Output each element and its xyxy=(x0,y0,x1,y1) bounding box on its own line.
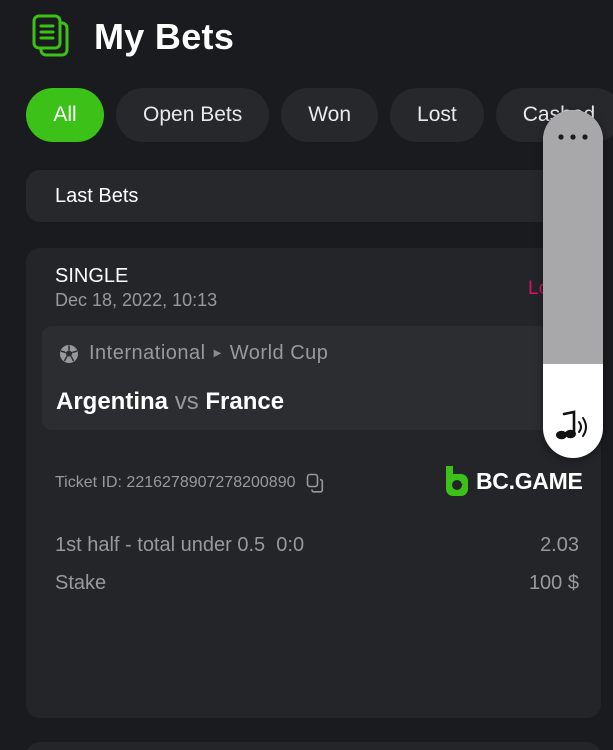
match-teams: Argentina vs France xyxy=(56,388,284,416)
selection-market: 1st half - total under 0.5 xyxy=(55,534,266,556)
stake-label: Stake xyxy=(55,572,107,594)
next-bet-card[interactable] xyxy=(26,742,601,750)
last-bets-section[interactable]: Last Bets xyxy=(26,170,601,222)
filter-tabs: All Open Bets Won Lost Cashed xyxy=(26,88,613,142)
soccer-ball-icon xyxy=(60,345,78,363)
tab-open-bets[interactable]: Open Bets xyxy=(116,88,270,142)
tab-all[interactable]: All xyxy=(26,88,104,142)
page-title: My Bets xyxy=(94,16,235,57)
bet-card[interactable]: SINGLE Dec 18, 2022, 10:13 Lost Internat… xyxy=(26,248,601,718)
last-bets-label: Last Bets xyxy=(55,184,139,207)
tab-lost[interactable]: Lost xyxy=(390,88,484,142)
tab-won[interactable]: Won xyxy=(281,88,379,142)
ticket-info: Ticket ID: 2216278907278200890 xyxy=(55,473,324,493)
vs-label: vs xyxy=(174,388,199,415)
ticket-label: Ticket ID: xyxy=(55,474,122,491)
ticket-id: 2216278907278200890 xyxy=(126,474,296,491)
selection-odds: 2.03 xyxy=(540,534,579,556)
bet-date: Dec 18, 2022, 10:13 xyxy=(55,290,218,310)
league-name: International xyxy=(89,342,206,364)
selection-score: 0:0 xyxy=(276,534,305,556)
bc-game-logo-icon xyxy=(446,466,468,496)
bets-list-icon xyxy=(32,14,69,57)
brand-name: BC.GAME xyxy=(476,467,583,494)
stake-row: Stake 100 $ xyxy=(55,572,579,595)
team-home: Argentina xyxy=(56,388,169,415)
bet-type: SINGLE xyxy=(55,265,129,287)
selection-row: 1st half - total under 0.5 0:0 2.03 xyxy=(55,534,579,557)
header: My Bets xyxy=(0,0,613,80)
volume-slider-track xyxy=(543,110,603,364)
team-away: France xyxy=(205,388,285,415)
stake-value: 100 $ xyxy=(528,572,579,594)
media-volume-icon xyxy=(556,410,587,440)
copy-icon[interactable] xyxy=(306,473,324,493)
tournament-name: World Cup xyxy=(229,342,329,364)
brand-logo: BC.GAME xyxy=(444,464,583,498)
caret-right-icon: ▶ xyxy=(213,348,222,359)
volume-slider[interactable] xyxy=(543,110,603,458)
match-info[interactable]: International ▶ World Cup Argentina vs F… xyxy=(42,326,592,430)
league-breadcrumb: International ▶ World Cup xyxy=(89,342,328,365)
more-options-icon[interactable] xyxy=(555,132,591,142)
